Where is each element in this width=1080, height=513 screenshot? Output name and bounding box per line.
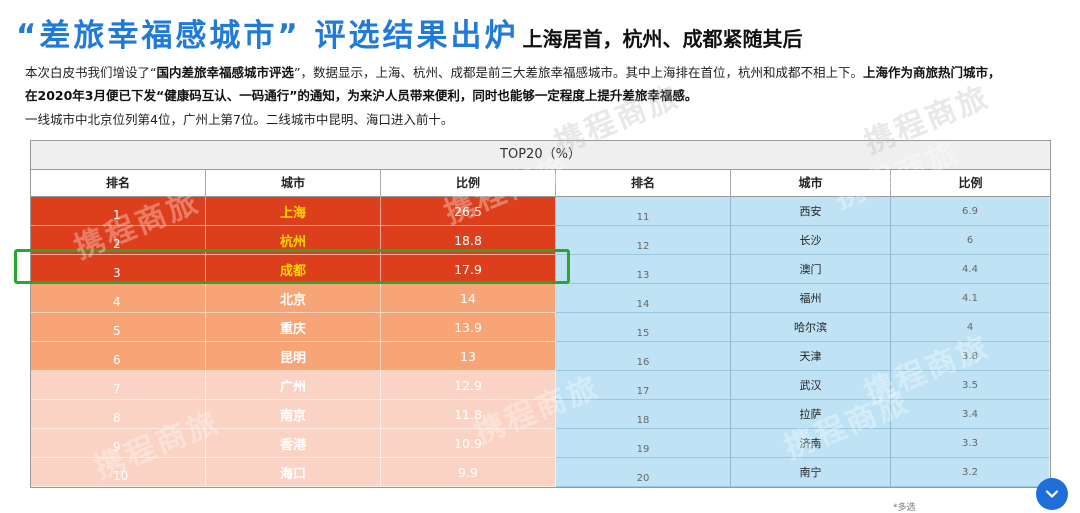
table-row: 1 上海 26.5 11 西安 6.9 (31, 197, 1050, 226)
value-cell: 4.4 (891, 255, 1050, 284)
rank-cell: 10 (31, 458, 206, 487)
value-cell: 26.5 (381, 197, 556, 226)
city-cell: 天津 (731, 342, 891, 371)
para-bold: 在2020年3月便已下发“健康码互认、一码通行”的通知，为来沪人员带来便利，同时… (25, 88, 698, 103)
value-cell: 3.8 (891, 342, 1050, 371)
rank-cell: 2 (31, 226, 206, 255)
value-cell: 3.4 (891, 400, 1050, 429)
value-cell: 11.8 (381, 400, 556, 429)
rank-cell: 16 (556, 342, 731, 371)
city-cell: 成都 (206, 255, 381, 284)
city-cell: 南宁 (731, 458, 891, 487)
rank-cell: 3 (31, 255, 206, 284)
table-body: 1 上海 26.5 11 西安 6.9 2 杭州 18.8 12 长沙 6 3 成都 17.9 13 澳门 4.4… (31, 197, 1050, 487)
table-row: 8 南京 11.8 18 拉萨 3.4 (31, 400, 1050, 429)
city-cell: 澳门 (731, 255, 891, 284)
rank-cell: 9 (31, 429, 206, 458)
rank-cell: 19 (556, 429, 731, 458)
rank-cell: 14 (556, 284, 731, 313)
table-row: 2 杭州 18.8 12 长沙 6 (31, 226, 1050, 255)
header-rank-left: 排名 (31, 170, 206, 196)
table-header: 排名 城市 比例 排名 城市 比例 (31, 170, 1050, 197)
rank-cell: 5 (31, 313, 206, 342)
rank-cell: 20 (556, 458, 731, 487)
header-value-left: 比例 (381, 170, 556, 196)
value-cell: 6.9 (891, 197, 1050, 226)
table-row: 3 成都 17.9 13 澳门 4.4 (31, 255, 1050, 284)
value-cell: 9.9 (381, 458, 556, 487)
value-cell: 17.9 (381, 255, 556, 284)
rank-cell: 6 (31, 342, 206, 371)
city-cell: 福州 (731, 284, 891, 313)
chevron-down-icon (1045, 490, 1059, 498)
city-cell: 杭州 (206, 226, 381, 255)
table-row: 7 广州 12.9 17 武汉 3.5 (31, 371, 1050, 400)
value-cell: 18.8 (381, 226, 556, 255)
city-cell: 上海 (206, 197, 381, 226)
paragraph-line-1: 本次白皮书我们增设了“国内差旅幸福感城市评选”，数据显示，上海、杭州、成都是前三… (25, 64, 1070, 82)
scroll-down-button[interactable] (1036, 478, 1068, 510)
value-cell: 6 (891, 226, 1050, 255)
value-cell: 3.5 (891, 371, 1050, 400)
value-cell: 13.9 (381, 313, 556, 342)
city-cell: 广州 (206, 371, 381, 400)
value-cell: 13 (381, 342, 556, 371)
rank-cell: 18 (556, 400, 731, 429)
value-cell: 14 (381, 284, 556, 313)
city-cell: 拉萨 (731, 400, 891, 429)
value-cell: 3.2 (891, 458, 1050, 487)
table-row: 6 昆明 13 16 天津 3.8 (31, 342, 1050, 371)
value-cell: 10.9 (381, 429, 556, 458)
rank-cell: 13 (556, 255, 731, 284)
paragraph-line-2: 在2020年3月便已下发“健康码互认、一码通行”的通知，为来沪人员带来便利，同时… (25, 87, 1070, 105)
city-cell: 南京 (206, 400, 381, 429)
paragraph-line-3: 一线城市中北京位列第4位，广州上第7位。二线城市中昆明、海口进入前十。 (25, 112, 454, 127)
header-value-right: 比例 (958, 176, 983, 190)
city-cell: 昆明 (206, 342, 381, 371)
ranking-table: TOP20（%） 排名 城市 比例 排名 城市 比例 1 上海 26.5 11 西安 6.… (30, 140, 1051, 488)
table-row: 4 北京 14 14 福州 4.1 (31, 284, 1050, 313)
footnote: *多选 (893, 503, 916, 513)
table-row: 10 海口 9.9 20 南宁 3.2 (31, 458, 1050, 487)
rank-cell: 11 (556, 197, 731, 226)
city-cell: 武汉 (731, 371, 891, 400)
table-title: TOP20（%） (31, 141, 1050, 170)
headline: “差旅幸福感城市” 评选结果出炉 上海居首，杭州、成都紧随其后 (16, 10, 1076, 60)
city-cell: 哈尔滨 (731, 313, 891, 342)
header-rank-right: 排名 (556, 170, 731, 196)
rank-cell: 1 (31, 197, 206, 226)
city-cell: 济南 (731, 429, 891, 458)
rank-cell: 15 (556, 313, 731, 342)
header-city-left: 城市 (206, 170, 381, 196)
city-cell: 北京 (206, 284, 381, 313)
city-cell: 西安 (731, 197, 891, 226)
para-text: ”，数据显示，上海、杭州、成都是前三大差旅幸福感城市。其中上海排在首位，杭州和成… (294, 65, 863, 80)
para-bold: 上海作为商旅热门城市， (862, 65, 1001, 80)
para-text: 本次白皮书我们增设了“ (25, 65, 157, 80)
city-cell: 重庆 (206, 313, 381, 342)
rank-cell: 12 (556, 226, 731, 255)
table-row: 5 重庆 13.9 15 哈尔滨 4 (31, 313, 1050, 342)
headline-sub: 上海居首，杭州、成都紧随其后 (522, 27, 803, 51)
headline-main: “差旅幸福感城市” 评选结果出炉 (16, 18, 519, 54)
rank-cell: 8 (31, 400, 206, 429)
city-cell: 长沙 (731, 226, 891, 255)
rank-cell: 7 (31, 371, 206, 400)
value-cell: 4.1 (891, 284, 1050, 313)
value-cell: 12.9 (381, 371, 556, 400)
header-city-right: 城市 (731, 170, 891, 196)
rank-cell: 17 (556, 371, 731, 400)
city-cell: 海口 (206, 458, 381, 487)
value-cell: 4 (891, 313, 1050, 342)
rank-cell: 4 (31, 284, 206, 313)
table-row: 9 香港 10.9 19 济南 3.3 (31, 429, 1050, 458)
value-cell: 3.3 (891, 429, 1050, 458)
city-cell: 香港 (206, 429, 381, 458)
para-bold: 国内差旅幸福感城市评选 (156, 65, 294, 80)
